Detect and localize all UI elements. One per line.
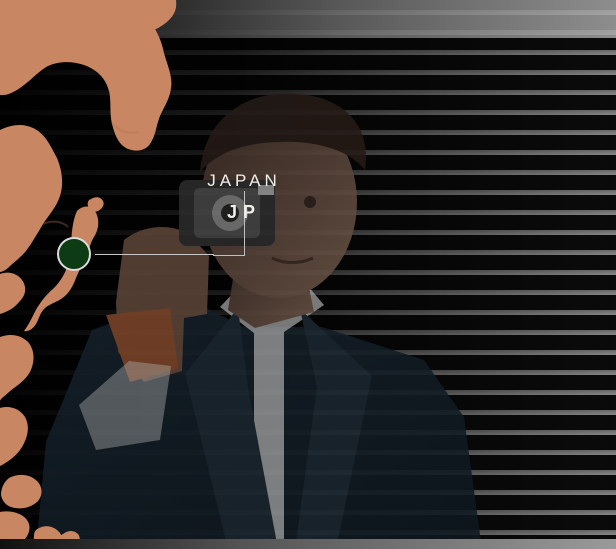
- map-screen: JAPAN JP: [0, 0, 616, 549]
- bottom-strip: [0, 539, 616, 549]
- location-dot-icon[interactable]: [57, 237, 91, 271]
- map-landmass: [0, 0, 177, 549]
- asia-pacific-map: [0, 0, 177, 549]
